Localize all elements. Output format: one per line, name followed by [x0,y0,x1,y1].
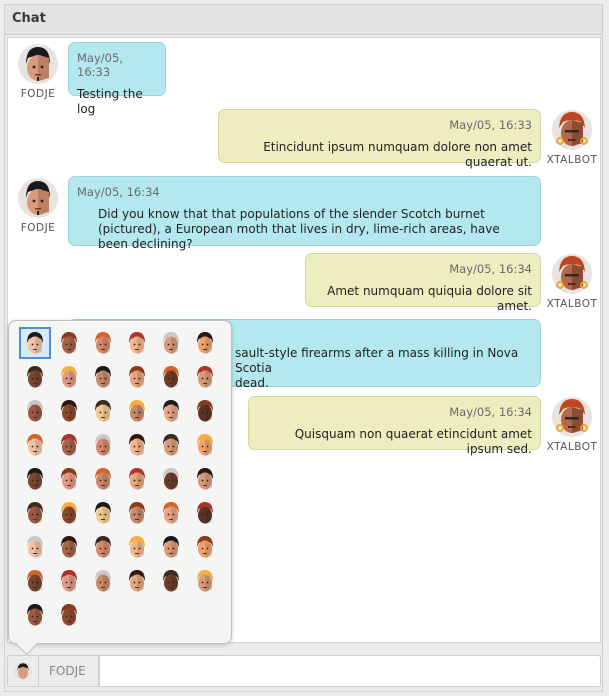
avatar-picker-button[interactable] [7,655,39,687]
avatar-option-icon[interactable] [89,431,117,459]
message-text: Amet numquam quiquia dolore sit amet. [327,284,532,313]
message-timestamp: May/05, 16:34 [449,262,532,276]
avatar-option-icon[interactable] [157,431,185,459]
avatar-option-icon[interactable] [55,431,83,459]
avatar-option-icon[interactable] [123,533,151,561]
avatar-option-icon[interactable] [21,499,49,527]
message-bubble: May/05, 16:34 Amet numquam quiquia dolor… [305,253,541,313]
avatar-option-icon[interactable] [191,499,219,527]
avatar-option-icon[interactable] [157,499,185,527]
avatar-option-icon[interactable] [21,601,49,629]
fodje-avatar-icon [18,178,58,218]
avatar-option-icon[interactable] [191,397,219,425]
message-username: XTALBOT [546,154,598,166]
message-text: Quisquam non quaerat etincidunt amet ips… [294,427,532,456]
avatar-option-icon[interactable] [55,567,83,595]
message-text: Did you know that that populations of th… [98,207,500,251]
avatar-option-icon[interactable] [21,465,49,493]
nickname-label: FODJE [39,655,99,687]
avatar-option-icon[interactable] [19,327,51,359]
xtalbot-avatar-icon [552,397,592,437]
avatar-option-icon[interactable] [89,499,117,527]
message-bubble: May/05, 16:33 Etincidunt ipsum numquam d… [218,109,541,169]
message-bubble: May/05, 16:34 Did you know that that pop… [68,176,541,251]
avatar-option-icon[interactable] [89,533,117,561]
avatar-option-icon[interactable] [55,465,83,493]
xtalbot-avatar-icon [552,254,592,294]
avatar-option-icon[interactable] [55,601,83,629]
avatar-option-icon[interactable] [123,363,151,391]
message-timestamp: May/05, 16:33 [449,118,532,132]
message-timestamp: May/05, 16:34 [449,405,532,419]
fodje-avatar-icon [18,44,58,84]
avatar-option-icon[interactable] [21,397,49,425]
avatar-option-icon[interactable] [55,397,83,425]
avatar-option-icon[interactable] [157,397,185,425]
avatar-option-icon[interactable] [123,499,151,527]
avatar-option-icon[interactable] [191,363,219,391]
avatar-option-icon[interactable] [191,567,219,595]
avatar-picker-popup [8,320,232,656]
avatar-option-icon[interactable] [123,431,151,459]
avatar-option-icon[interactable] [21,567,49,595]
avatar-option-icon[interactable] [191,431,219,459]
panel-title: Chat [12,11,46,26]
avatar-option-icon[interactable] [157,465,185,493]
message-text: Etincidunt ipsum numquam dolore non amet… [263,140,532,169]
message-timestamp: May/05, 16:34 [77,185,160,199]
message-text: Testing the log [77,87,143,116]
message-username: FODJE [20,88,56,100]
message-timestamp: May/05, 16:33 [77,51,123,79]
avatar-option-icon[interactable] [55,499,83,527]
avatar-option-icon[interactable] [89,397,117,425]
avatar-option-icon[interactable] [21,431,49,459]
message-bubble: May/05, 16:34 Quisquam non quaerat etinc… [248,396,541,456]
avatar-option-icon[interactable] [191,329,219,357]
xtalbot-avatar-icon [552,110,592,150]
avatar-option-icon[interactable] [89,567,117,595]
avatar-option-icon[interactable] [123,329,151,357]
input-bar: FODJE [7,655,601,689]
avatar-option-icon[interactable] [157,533,185,561]
avatar-option-icon[interactable] [157,567,185,595]
avatar-option-icon[interactable] [191,533,219,561]
avatar-option-icon[interactable] [55,329,83,357]
panel-header: Chat [5,5,602,35]
avatar-option-icon[interactable] [89,363,117,391]
avatar-option-icon[interactable] [157,329,185,357]
avatar-icon [13,661,33,681]
avatar-option-icon[interactable] [21,533,49,561]
avatar-option-icon[interactable] [123,465,151,493]
avatar-option-icon[interactable] [191,465,219,493]
avatar-option-icon[interactable] [55,363,83,391]
message-bubble: May/05, 16:33 Testing the log [68,42,166,116]
avatar-option-icon[interactable] [89,329,117,357]
message-username: XTALBOT [546,298,598,310]
avatar-option-icon[interactable] [21,363,49,391]
message-input[interactable] [99,655,601,687]
avatar-option-icon[interactable] [123,397,151,425]
message-username: FODJE [20,222,56,234]
message-username: XTALBOT [546,441,598,453]
avatar-option-icon[interactable] [157,363,185,391]
avatar-option-icon[interactable] [55,533,83,561]
avatar-option-icon[interactable] [123,567,151,595]
avatar-option-icon[interactable] [89,465,117,493]
